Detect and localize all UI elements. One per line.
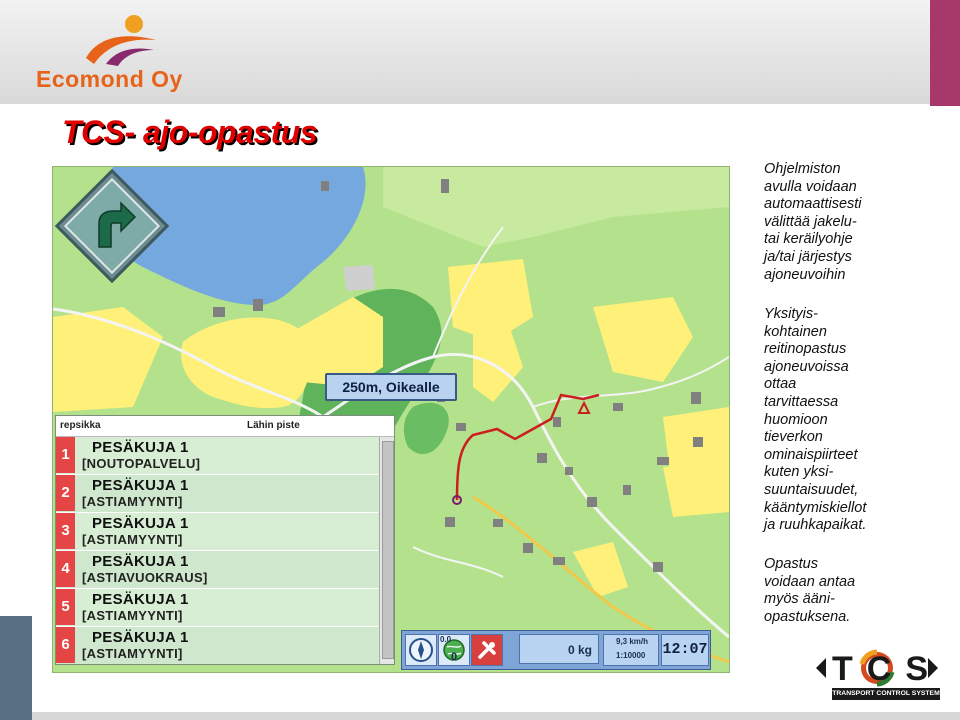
tcs-logo: TCS TRANSPORT CONTROL SYSTEM [814, 646, 940, 702]
list-item[interactable]: 1 PESÄKUJA 1 [NOUTOPALVELU] [56, 437, 378, 475]
list-item-task: [NOUTOPALVELU] [82, 456, 201, 471]
description-paragraph-3: Opastus voidaan antaa myös ääni- opastuk… [764, 556, 856, 625]
footer-band [32, 712, 960, 720]
list-item-task: [ASTIAMYYNTI] [82, 646, 183, 661]
wrench-tools-icon[interactable] [471, 634, 503, 666]
counter-bottom: 0 [451, 651, 458, 663]
list-item-task: [ASTIAMYYNTI] [82, 494, 183, 509]
list-item-task: [ASTIAVUOKRAUS] [82, 570, 208, 585]
speed-scale-readout: 9,3 km/h 1:10000 [603, 634, 659, 666]
tcs-tagline: TRANSPORT CONTROL SYSTEM [832, 688, 940, 700]
list-item-task: [ASTIAMYYNTI] [82, 532, 183, 547]
list-item-number: 6 [56, 627, 75, 663]
corner-accent-block [930, 0, 960, 106]
list-item-address: PESÄKUJA 1 [92, 591, 189, 608]
status-bar: 0.0 0 0 kg 9,3 km/h 1:10000 12:07 [401, 630, 711, 670]
list-item-address: PESÄKUJA 1 [92, 439, 189, 456]
list-item[interactable]: 5 PESÄKUJA 1 [ASTIAMYYNTI] [56, 589, 378, 627]
scrollbar-thumb[interactable] [382, 441, 394, 659]
route-list-panel: repsikka Lähin piste 1 PESÄKUJA 1 [NOUTO… [55, 415, 395, 665]
list-item-address: PESÄKUJA 1 [92, 629, 189, 646]
compass-icon[interactable] [405, 634, 437, 666]
counter-top: 0.0 [440, 635, 452, 644]
list-item-number: 3 [56, 513, 75, 549]
company-logo: Ecomond Oy [36, 14, 206, 94]
turn-instruction: 250m, Oikealle [325, 373, 457, 401]
speed-value: 9,3 km/h [616, 637, 649, 646]
nearest-point-label[interactable]: Lähin piste [247, 420, 300, 431]
list-item-number: 5 [56, 589, 75, 625]
list-item[interactable]: 6 PESÄKUJA 1 [ASTIAMYYNTI] [56, 627, 378, 664]
list-item[interactable]: 4 PESÄKUJA 1 [ASTIAVUOKRAUS] [56, 551, 378, 589]
globe-icon[interactable]: 0.0 0 [438, 634, 470, 666]
list-item[interactable]: 2 PESÄKUJA 1 [ASTIAMYYNTI] [56, 475, 378, 513]
list-item-number: 2 [56, 475, 75, 511]
list-item-address: PESÄKUJA 1 [92, 477, 189, 494]
list-item-task: [ASTIAMYYNTI] [82, 608, 183, 623]
list-item-address: PESÄKUJA 1 [92, 553, 189, 570]
map-view[interactable]: 250m, Oikealle repsikka Lähin piste 1 PE… [52, 166, 730, 673]
description-paragraph-2: Yksityis- kohtainen reitinopastus ajoneu… [764, 306, 867, 534]
description-paragraph-1: Ohjelmiston avulla voidaan automaattises… [764, 161, 862, 283]
clock: 12:07 [661, 634, 709, 666]
turn-right-sign-icon [54, 168, 170, 284]
route-list-header-label: repsikka [60, 420, 101, 431]
load-weight: 0 kg [519, 634, 599, 664]
page-title: TCS- ajo-opastus [62, 114, 318, 150]
list-item[interactable]: 3 PESÄKUJA 1 [ASTIAMYYNTI] [56, 513, 378, 551]
footer-left-block [0, 616, 32, 720]
list-item-number: 4 [56, 551, 75, 587]
tcs-letters: TCS [832, 650, 942, 688]
route-list-scrollbar[interactable] [379, 437, 394, 664]
route-list-header: repsikka Lähin piste [56, 416, 394, 437]
map-scale[interactable]: 1:10000 [604, 649, 658, 663]
swoosh-logo-icon [86, 15, 156, 66]
list-item-address: PESÄKUJA 1 [92, 515, 189, 532]
list-item-number: 1 [56, 437, 75, 473]
company-name: Ecomond Oy [36, 66, 183, 92]
